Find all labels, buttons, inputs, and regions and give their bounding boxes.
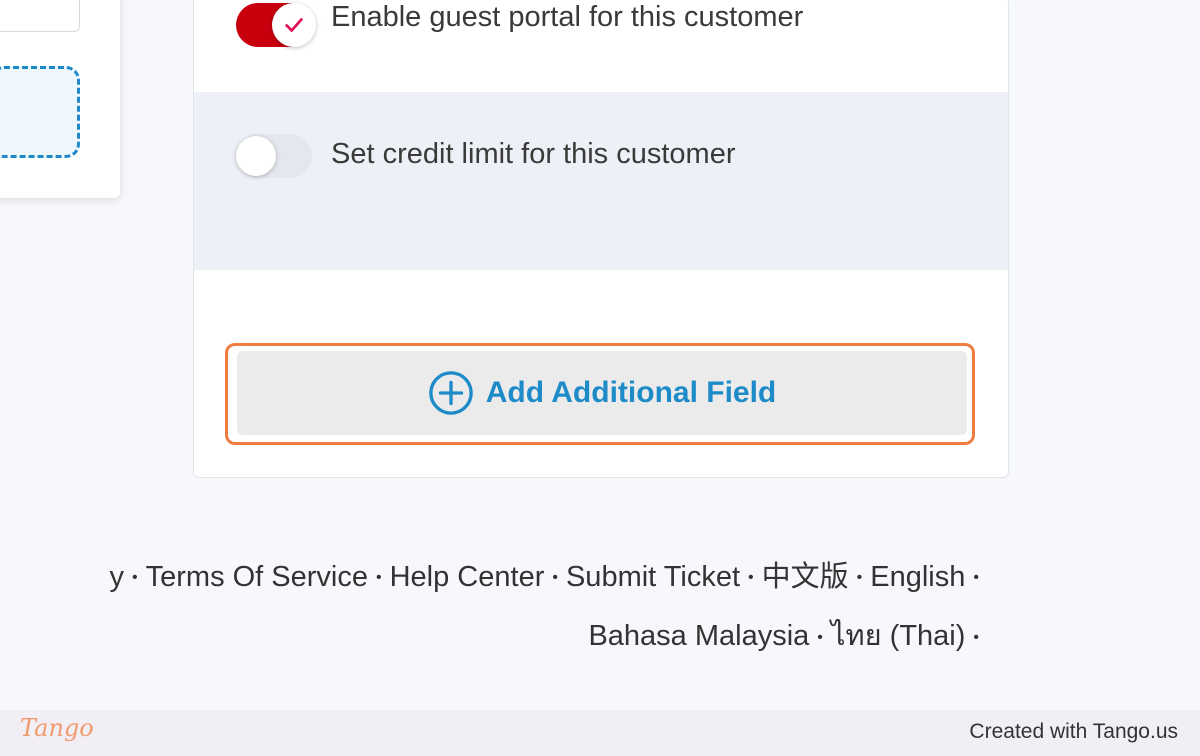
footer-link-submit-ticket[interactable]: Submit Ticket <box>566 561 740 593</box>
footer-separator: • <box>973 569 979 587</box>
tango-footer-bar: Tango Created with Tango.us <box>0 710 1200 756</box>
credit-limit-row: Set credit limit for this customer <box>194 92 1008 270</box>
toggle-knob <box>272 3 316 47</box>
footer-link-chinese[interactable]: 中文版 <box>762 561 849 593</box>
footer-links-line-1: y • Terms Of Service • Help Center • Submit Ti… <box>0 548 987 607</box>
footer-link-terms[interactable]: Terms Of Service <box>146 561 368 593</box>
add-additional-field-label: Add Additional Field <box>485 376 777 409</box>
guest-portal-label: Enable guest portal for this customer <box>331 1 804 33</box>
footer-separator: • <box>973 628 979 646</box>
footer-separator: • <box>748 569 754 587</box>
footer-links: y • Terms Of Service • Help Center • Submit Ti… <box>0 548 987 667</box>
footer-links-line-2: Bahasa Malaysia • ไทย (Thai) • <box>0 607 987 666</box>
upload-dropzone[interactable] <box>0 66 80 158</box>
footer-link-truncated[interactable]: y <box>110 561 125 593</box>
guest-portal-row: Enable guest portal for this customer <box>194 0 1008 89</box>
left-input-field[interactable] <box>0 0 80 32</box>
footer-link-malay[interactable]: Bahasa Malaysia <box>588 620 809 652</box>
plus-circle-icon <box>428 371 473 415</box>
footer-separator: • <box>376 569 382 587</box>
add-additional-field-button[interactable]: Add Additional Field <box>237 351 967 435</box>
footer-link-english[interactable]: English <box>870 561 965 593</box>
screenshot-stage: Enable guest portal for this customer Se… <box>0 0 1200 756</box>
credit-limit-label: Set credit limit for this customer <box>331 138 736 170</box>
toggle-knob <box>236 136 276 176</box>
footer-link-help-center[interactable]: Help Center <box>390 561 545 593</box>
footer-separator: • <box>552 569 558 587</box>
tango-logo: Tango <box>20 714 94 742</box>
footer-separator: • <box>132 569 138 587</box>
footer-link-thai[interactable]: ไทย (Thai) <box>831 620 965 652</box>
credit-limit-toggle[interactable] <box>236 132 312 178</box>
guest-portal-toggle[interactable] <box>236 1 316 47</box>
footer-separator: • <box>817 628 823 646</box>
check-icon <box>285 18 303 32</box>
footer-separator: • <box>856 569 863 587</box>
tango-credit-text: Created with Tango.us <box>969 720 1178 743</box>
